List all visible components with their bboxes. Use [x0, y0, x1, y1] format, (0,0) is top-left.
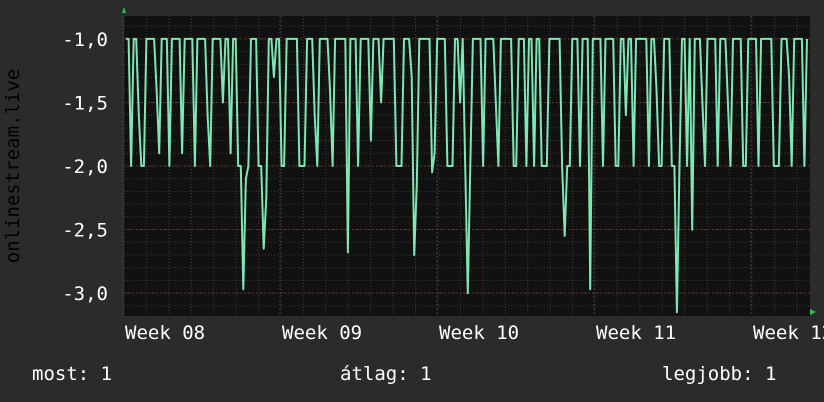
x-tick-label: Week 10 — [439, 322, 519, 344]
x-axis-arrow-icon — [810, 309, 816, 315]
x-tick-label: Week 09 — [282, 322, 362, 344]
x-axis-ticks: Week 08 Week 09 Week 10 Week 11 Week 12 — [125, 322, 824, 344]
x-tick-label: Week 11 — [596, 322, 676, 344]
y-tick-label: -3,0 — [62, 283, 108, 305]
x-tick-label: Week 12 — [753, 322, 824, 344]
stat-average: átlag: 1 — [340, 363, 432, 385]
x-tick-label: Week 08 — [125, 322, 205, 344]
stat-now: most: 1 — [32, 363, 113, 385]
y-tick-label: -1,5 — [62, 92, 108, 114]
y-axis-arrow-icon — [122, 7, 126, 13]
y-tick-label: -2,0 — [62, 156, 108, 178]
y-axis-label: onlinestream.live — [2, 69, 24, 263]
stat-max: legjobb: 1 — [662, 363, 777, 385]
chart-panel: -1,0 -1,5 -2,0 -2,5 -3,0 Week 08 Week 09 Week … — [0, 0, 824, 402]
line-chart: -1,0-1,5-2,0-2,5-3,0 Week 08 Week 09 Week … — [2, 7, 824, 344]
y-tick-label: -1,0 — [62, 29, 108, 51]
y-tick-label: -2,5 — [62, 220, 108, 242]
